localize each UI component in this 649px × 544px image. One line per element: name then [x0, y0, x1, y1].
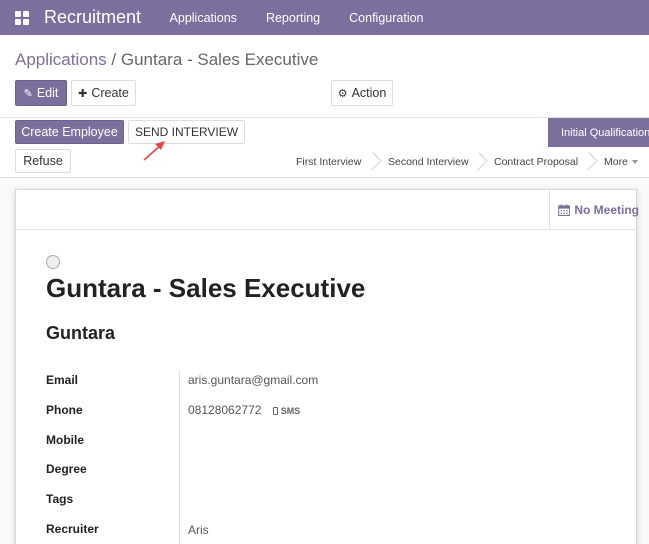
breadcrumb-current: Guntara - Sales Executive	[120, 50, 319, 69]
nav-configuration[interactable]: Configuration	[335, 11, 438, 25]
phone-field: 08128062772 SMS	[188, 403, 300, 417]
control-panel: Applications / Guntara - Sales Executive…	[0, 35, 649, 118]
top-navbar: Recruitment Applications Reporting Confi…	[0, 0, 649, 35]
stage-separator	[372, 149, 373, 175]
applicant-name: Guntara	[46, 323, 116, 343]
app-brand[interactable]: Recruitment	[44, 7, 141, 28]
stage-separator	[478, 149, 479, 175]
stage-more-label: More	[604, 156, 628, 168]
nav-applications[interactable]: Applications	[155, 11, 251, 25]
priority-star-icon[interactable]	[46, 255, 60, 269]
action-button[interactable]: ⚙ Action	[331, 80, 393, 106]
breadcrumb-separator: /	[106, 50, 121, 69]
sms-label: SMS	[280, 406, 301, 416]
calendar-icon	[558, 204, 571, 216]
stage-initial-qualification[interactable]: Initial Qualification	[548, 118, 649, 147]
email-label: Email	[46, 373, 79, 387]
refuse-button[interactable]: Refuse	[15, 149, 71, 173]
record-title: Guntara - Sales Executive	[46, 273, 366, 303]
degree-label: Degree	[46, 462, 87, 476]
create-button[interactable]: ✚ Create	[71, 80, 136, 106]
smart-button-box: No Meeting	[16, 190, 639, 230]
stage-more-dropdown[interactable]: More	[604, 154, 638, 170]
status-bar: Create Employee SEND INTERVIEW Refuse In…	[0, 118, 649, 178]
sms-button[interactable]: SMS	[272, 406, 301, 416]
nav-reporting[interactable]: Reporting	[251, 11, 334, 25]
stage-separator	[588, 149, 589, 175]
breadcrumb: Applications / Guntara - Sales Executive	[15, 50, 318, 70]
recruiter-label: Recruiter	[46, 522, 99, 536]
caret-down-icon	[631, 160, 638, 165]
plus-icon: ✚	[78, 87, 88, 100]
create-employee-button[interactable]: Create Employee	[15, 120, 124, 144]
form-sheet: No Meeting Guntara - Sales Executive Gun…	[15, 189, 639, 544]
edit-button[interactable]: ✎ Edit	[15, 80, 67, 106]
pencil-icon: ✎	[23, 87, 33, 100]
stage-contract-proposal[interactable]: Contract Proposal	[494, 154, 578, 170]
stage-second-interview[interactable]: Second Interview	[388, 154, 469, 170]
stage-first-interview[interactable]: First Interview	[296, 154, 361, 170]
recruiter-value[interactable]: Aris	[188, 523, 209, 537]
annotation-arrow-icon	[143, 141, 165, 161]
phone-value[interactable]: 08128062772	[188, 403, 261, 417]
create-button-label: Create	[91, 86, 129, 100]
action-button-label: Action	[351, 86, 387, 100]
email-value[interactable]: aris.guntara@gmail.com	[188, 373, 318, 387]
mobile-phone-icon	[272, 407, 278, 415]
field-divider	[179, 370, 180, 544]
gear-icon: ⚙	[337, 87, 348, 100]
apps-menu-icon[interactable]	[15, 10, 29, 25]
edit-button-label: Edit	[36, 86, 59, 100]
meeting-label: No Meeting	[574, 203, 639, 217]
phone-label: Phone	[46, 403, 83, 417]
breadcrumb-parent[interactable]: Applications	[15, 50, 107, 69]
mobile-label: Mobile	[46, 433, 84, 447]
meeting-smart-button[interactable]: No Meeting	[549, 190, 639, 230]
tags-label: Tags	[46, 492, 74, 506]
